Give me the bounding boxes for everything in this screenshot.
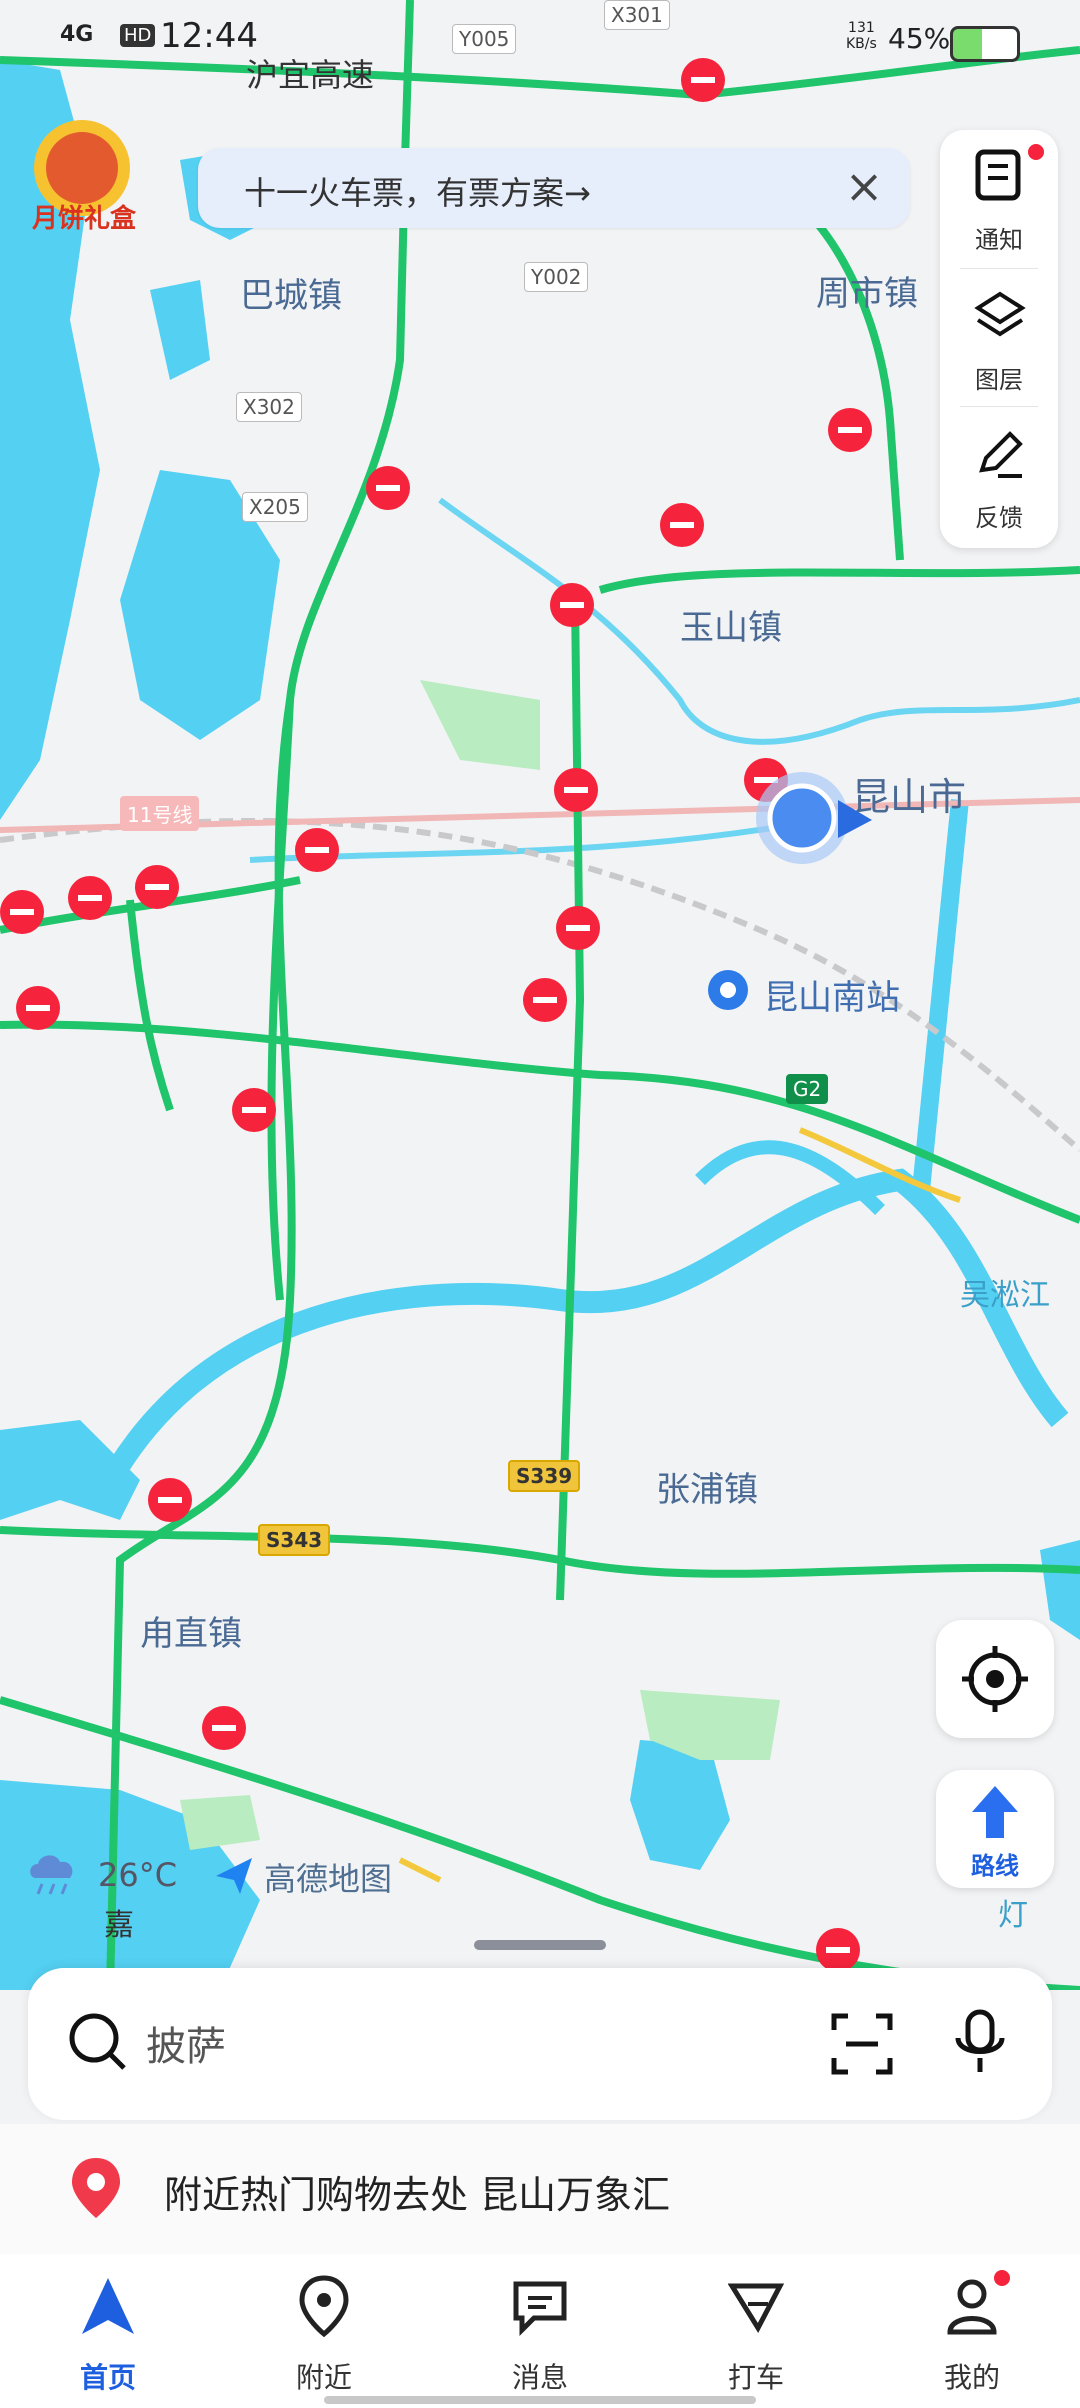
tab-label: 我的	[943, 2361, 1000, 2394]
road-label: S339	[508, 1460, 581, 1492]
tab-home[interactable]: 首页	[28, 2254, 188, 2408]
user-icon	[947, 2279, 997, 2335]
app-logo: 高德地图	[210, 1852, 392, 1902]
logo-name: 高德地图	[264, 1860, 393, 1898]
layers-button[interactable]: 图层	[940, 270, 1058, 406]
gesture-bar[interactable]	[324, 2396, 756, 2404]
feedback-label: 反馈	[975, 504, 1023, 532]
hot-place-suggestion[interactable]: 附近热门购物去处 昆山万象汇	[0, 2124, 1080, 2255]
tab-nearby[interactable]: 附近	[244, 2254, 404, 2408]
road-label: Y002	[524, 262, 589, 292]
layers-label: 图层	[975, 366, 1023, 394]
tab-taxi[interactable]: 打车	[676, 2254, 836, 2408]
taxi-icon	[728, 2283, 784, 2334]
road-label: S343	[258, 1524, 331, 1556]
tab-label: 首页	[79, 2361, 136, 2394]
map-label: 昆山市	[852, 775, 967, 819]
tab-label: 附近	[295, 2361, 352, 2394]
layers-icon	[974, 291, 1026, 337]
battery-icon	[950, 26, 1020, 62]
search-input[interactable]: 披萨	[146, 2014, 226, 2072]
tab-profile[interactable]: 我的	[892, 2254, 1052, 2408]
map-side-panel: 通知 图层 反馈	[940, 130, 1058, 548]
hd-badge: HD	[120, 24, 156, 47]
locate-icon	[962, 1646, 1028, 1712]
weather-widget[interactable]: 26°C	[24, 1850, 177, 1900]
message-icon	[513, 2281, 567, 2337]
feedback-icon	[979, 431, 1023, 478]
tab-label: 消息	[511, 2361, 568, 2394]
highway-label: G2	[786, 1074, 829, 1104]
map-label: 巴城镇	[240, 276, 342, 316]
route-label: 路线	[971, 1852, 1019, 1880]
metro-label: 11号线	[120, 796, 200, 831]
hot-place-text: 附近热门购物去处 昆山万象汇	[164, 2173, 671, 2217]
map-view[interactable]: 巴城镇 周市镇 玉山镇 昆山市 昆山南站 张浦镇 甪直镇 沪宜高速 吴淞江 灯 …	[0, 0, 1080, 1990]
close-icon[interactable]: ×	[836, 158, 892, 214]
route-button[interactable]: 路线	[936, 1770, 1054, 1888]
weather-temp: 26°C	[98, 1856, 178, 1894]
banner-text: 十一火车票，有票方案→	[244, 174, 591, 212]
network-speed: 131 KB/s	[846, 20, 877, 52]
map-canvas	[0, 0, 1080, 1990]
notice-label: 通知	[975, 226, 1023, 254]
location-pin-icon	[299, 2275, 349, 2338]
tab-label: 打车	[727, 2361, 784, 2394]
tab-bar: 首页 附近 消息 打车 我的	[0, 2254, 1080, 2408]
route-arrow-icon	[972, 1786, 1018, 1838]
promo-badge[interactable]: 月饼礼盒	[26, 120, 142, 234]
map-label: 张浦镇	[656, 1470, 758, 1510]
map-label: 嘉	[104, 1908, 134, 1943]
promo-label: 月饼礼盒	[31, 204, 136, 234]
road-label: X205	[242, 492, 308, 522]
amap-logo-icon	[216, 1858, 252, 1894]
tab-messages[interactable]: 消息	[460, 2254, 620, 2408]
profile-badge	[994, 2270, 1010, 2286]
drag-handle[interactable]	[474, 1940, 606, 1950]
map-label: 玉山镇	[680, 608, 782, 648]
road-label: X302	[236, 392, 302, 422]
notice-icon	[975, 149, 1021, 201]
navigation-arrow-icon	[82, 2278, 134, 2334]
map-label: 灯	[998, 1898, 1028, 1933]
battery-percent: 45%	[888, 22, 951, 55]
scan-icon[interactable]	[830, 2012, 894, 2076]
feedback-button[interactable]: 反馈	[940, 408, 1058, 544]
locate-button[interactable]	[936, 1620, 1054, 1738]
rain-cloud-icon	[30, 1855, 73, 1895]
notice-badge	[1028, 144, 1044, 160]
speed-unit: KB/s	[846, 36, 877, 52]
search-icon	[69, 2013, 126, 2070]
map-label: 昆山南站	[764, 978, 900, 1018]
speed-value: 131	[848, 20, 875, 36]
map-label: 周市镇	[816, 274, 918, 314]
search-bar[interactable]: 披萨	[28, 1968, 1052, 2120]
microphone-icon[interactable]	[952, 2008, 1008, 2078]
status-bar: 4G HD 12:44 131 KB/s 45%	[0, 0, 1080, 80]
location-pin-icon	[72, 2158, 120, 2218]
clock: 12:44	[160, 16, 258, 56]
map-label: 甪直镇	[140, 1614, 242, 1654]
map-label: 吴淞江	[960, 1278, 1050, 1313]
network-indicator: 4G	[60, 22, 94, 47]
train-ticket-banner[interactable]: 十一火车票，有票方案→ ×	[198, 148, 910, 228]
